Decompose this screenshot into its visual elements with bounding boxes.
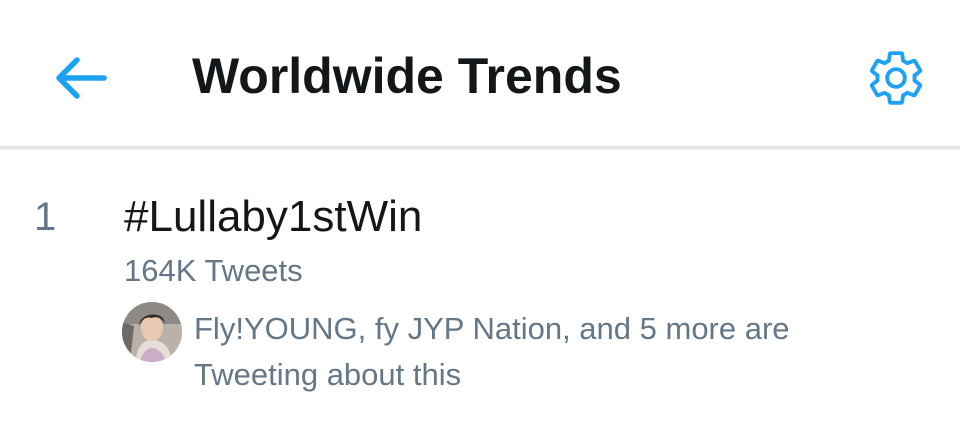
gear-icon	[869, 51, 923, 105]
avatar-image	[122, 302, 182, 362]
settings-button[interactable]	[858, 40, 934, 116]
trend-name: #Lullaby1stWin	[124, 192, 423, 241]
trend-item[interactable]: 1 #Lullaby1stWin 164K Tweets Fly!YOUNG, …	[0, 150, 960, 426]
trend-rank: 1	[34, 195, 57, 239]
social-context: Fly!YOUNG, fy JYP Nation, and 5 more are…	[194, 311, 790, 392]
arrow-left-icon	[56, 57, 107, 99]
trends-screen: Worldwide Trends 1 #Lullaby1stWin 164K T…	[0, 0, 960, 426]
top-app-bar: Worldwide Trends	[0, 0, 960, 148]
page-title: Worldwide Trends	[192, 48, 622, 104]
tweet-count: 164K Tweets	[124, 253, 303, 288]
user-avatar	[122, 302, 182, 362]
back-button[interactable]	[44, 44, 116, 112]
